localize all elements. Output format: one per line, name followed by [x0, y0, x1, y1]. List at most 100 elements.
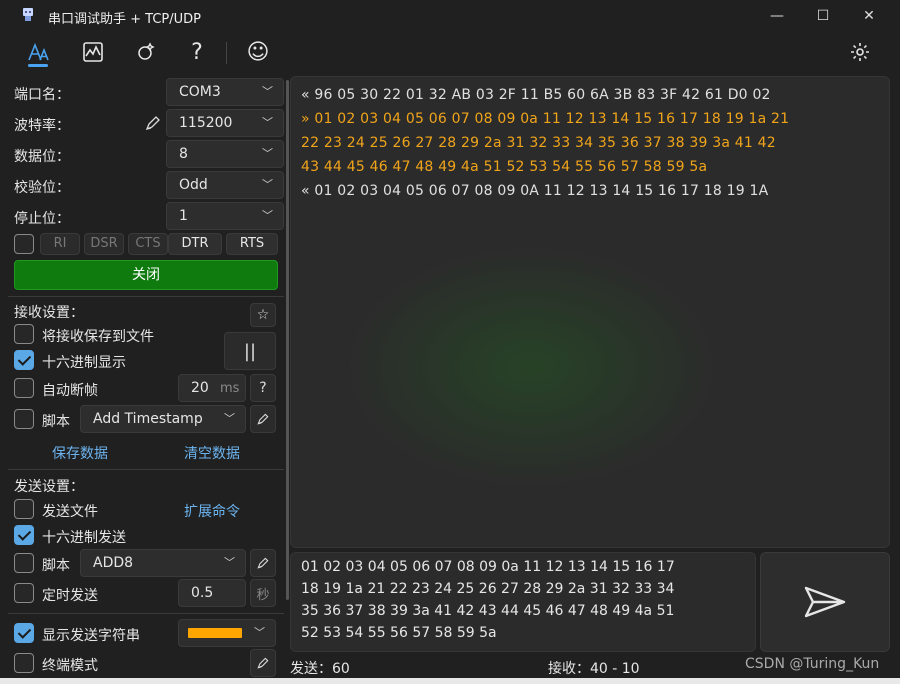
app-icon	[23, 8, 33, 21]
stopbits-select[interactable]: 1 ﹀	[166, 202, 284, 230]
port-select[interactable]: COM3 ﹀	[166, 78, 284, 106]
pause-icon: ||	[243, 340, 257, 362]
received-count: 接收：40 - 10	[548, 661, 640, 677]
help-icon[interactable]: ?	[183, 38, 211, 66]
parity-value: Odd	[179, 177, 208, 193]
star-icon: ☆	[256, 307, 270, 323]
databits-select[interactable]: 8 ﹀	[166, 140, 284, 168]
send-button[interactable]	[760, 552, 890, 652]
timed-send-value: 0.5	[191, 585, 214, 601]
smiley-glyph: ☺	[246, 39, 270, 65]
databits-label: 数据位：	[14, 149, 70, 165]
hex-display-label: 十六进制显示	[42, 355, 126, 371]
port-value: COM3	[179, 84, 221, 100]
maximize-icon: ☐	[816, 8, 830, 24]
smiley-icon[interactable]: ☺	[244, 38, 272, 66]
send-arrow-icon	[804, 586, 846, 618]
parity-label: 校验位：	[14, 180, 70, 196]
background-window-strip	[0, 678, 900, 684]
send-script-label: 脚本	[42, 558, 70, 574]
signal-rts[interactable]: RTS	[226, 233, 278, 255]
send-input[interactable]: 01 02 03 04 05 06 07 08 09 0a 11 12 13 1…	[290, 552, 756, 652]
chevron-down-icon: ﹀	[224, 412, 235, 425]
terminal-mode-checkbox[interactable]	[14, 653, 34, 673]
edit-pen-icon[interactable]	[144, 114, 162, 132]
favorite-button[interactable]: ☆	[250, 303, 276, 327]
close-window-button[interactable]: ✕	[846, 0, 892, 32]
terminal-edit-button[interactable]	[250, 649, 276, 677]
recv-line: « 01 02 03 04 05 06 07 08 09 0A 11 12 13…	[301, 183, 769, 199]
auto-frame-checkbox[interactable]	[14, 378, 34, 398]
show-send-string-checkbox[interactable]	[14, 623, 34, 643]
edit-pen-icon	[257, 657, 269, 669]
serial-font-icon[interactable]	[24, 38, 52, 66]
chevron-down-icon: ﹀	[262, 116, 273, 129]
baud-label: 波特率：	[14, 118, 70, 134]
seconds-unit: 秒	[250, 579, 276, 607]
auto-frame-help-button[interactable]: ?	[250, 374, 276, 402]
signals-checkbox[interactable]	[14, 234, 34, 254]
edit-pen-icon	[257, 413, 269, 425]
signal-dtr[interactable]: DTR	[168, 233, 222, 255]
hex-send-checkbox[interactable]	[14, 525, 34, 545]
send-settings-title: 发送设置：	[14, 479, 84, 495]
receive-script-edit-button[interactable]	[250, 405, 276, 433]
send-color-swatch	[188, 628, 242, 638]
maximize-button[interactable]: ☐	[800, 0, 846, 32]
window-title: 串口调试助手 + TCP/UDP	[48, 12, 201, 27]
send-line: 52 53 54 55 56 57 58 59 5a	[301, 625, 497, 641]
save-data-link[interactable]: 保存数据	[52, 443, 108, 463]
show-send-string-label: 显示发送字符串	[42, 628, 140, 644]
extend-command-link[interactable]: 扩展命令	[184, 501, 240, 521]
send-line: 01 02 03 04 05 06 07 08 09 0a 11 12 13 1…	[301, 559, 675, 575]
clear-data-link[interactable]: 清空数据	[184, 443, 240, 463]
timed-send-label: 定时发送	[42, 588, 98, 604]
divider	[8, 469, 284, 470]
auto-frame-value: 20	[191, 380, 209, 396]
save-to-file-checkbox[interactable]	[14, 324, 34, 344]
divider	[8, 296, 284, 297]
magic-icon[interactable]	[132, 38, 160, 66]
close-icon: ✕	[863, 8, 875, 24]
gear-icon[interactable]	[846, 38, 874, 66]
send-script-select[interactable]: ADD8 ﹀	[80, 549, 246, 577]
send-script-edit-button[interactable]	[250, 549, 276, 577]
chevron-down-icon: ﹀	[254, 626, 265, 639]
timed-send-input[interactable]: 0.5	[178, 579, 246, 607]
save-to-file-label: 将接收保存到文件	[42, 329, 154, 345]
auto-frame-label: 自动断帧	[42, 383, 98, 399]
recv-line: » 01 02 03 04 05 06 07 08 09 0a 11 12 13…	[301, 111, 790, 127]
active-tab-indicator	[28, 64, 48, 67]
divider	[8, 613, 284, 614]
ms-unit: ms	[220, 381, 240, 396]
recv-line: 22 23 24 25 26 27 28 29 2a 31 32 33 34 3…	[301, 135, 776, 151]
receive-script-label: 脚本	[42, 414, 70, 430]
chevron-down-icon: ﹀	[262, 209, 273, 222]
recv-line: « 96 05 30 22 01 32 AB 03 2F 11 B5 60 6A…	[301, 87, 771, 103]
receive-script-checkbox[interactable]	[14, 409, 34, 429]
sent-count: 发送：60	[290, 661, 350, 677]
send-line: 35 36 37 38 39 3a 41 42 43 44 45 46 47 4…	[301, 603, 675, 619]
edit-pen-icon	[257, 557, 269, 569]
receive-area[interactable]: « 96 05 30 22 01 32 AB 03 2F 11 B5 60 6A…	[290, 76, 890, 548]
send-file-checkbox[interactable]	[14, 499, 34, 519]
receive-script-value: Add Timestamp	[93, 411, 203, 427]
hex-display-checkbox[interactable]	[14, 350, 34, 370]
receive-settings-title: 接收设置：	[14, 305, 84, 321]
timed-send-checkbox[interactable]	[14, 583, 34, 603]
receive-script-select[interactable]: Add Timestamp ﹀	[80, 405, 246, 433]
background-glow	[331, 237, 731, 497]
baud-select[interactable]: 115200 ﹀	[166, 109, 284, 137]
databits-value: 8	[179, 146, 188, 162]
close-port-button[interactable]: 关闭	[14, 260, 278, 290]
left-scrollbar[interactable]	[286, 80, 289, 600]
stopbits-value: 1	[179, 208, 188, 224]
seconds-unit-label: 秒	[256, 587, 270, 603]
chevron-down-icon: ﹀	[262, 85, 273, 98]
send-script-checkbox[interactable]	[14, 553, 34, 573]
chevron-down-icon: ﹀	[224, 556, 235, 569]
parity-select[interactable]: Odd ﹀	[166, 171, 284, 199]
chart-icon[interactable]	[79, 38, 107, 66]
minimize-button[interactable]: —	[754, 0, 800, 32]
pause-button[interactable]: ||	[224, 332, 276, 370]
